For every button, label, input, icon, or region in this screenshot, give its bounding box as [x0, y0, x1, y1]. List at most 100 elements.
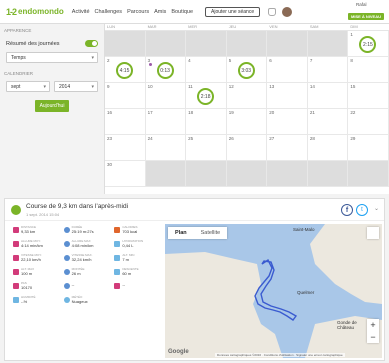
session-duration-badge[interactable]: 2:15	[359, 36, 377, 53]
calendar-day[interactable]: 27	[267, 135, 308, 161]
stat-icon	[114, 241, 121, 247]
stat-icon	[114, 297, 121, 303]
calendar-day[interactable]: 18	[186, 109, 227, 135]
activity-title: Course de 9,3 km dans l'après-midi	[26, 203, 129, 210]
stat-icon	[63, 283, 70, 289]
calendar-day[interactable]	[186, 31, 227, 57]
calendar-day[interactable]	[226, 161, 268, 187]
calendar-day[interactable]: 20	[267, 109, 308, 135]
calendar-day[interactable]: 4	[186, 57, 227, 83]
calendar-day[interactable]	[307, 161, 349, 187]
stat-item: ALLURE MOY. 4:14 min/km	[13, 240, 64, 250]
calendar-day[interactable]: 16	[105, 109, 146, 135]
stat-text: ALLURE MAX 4:08 min/km	[71, 240, 94, 249]
fullscreen-icon[interactable]	[367, 227, 379, 239]
facebook-icon[interactable]: f	[341, 204, 353, 216]
nav-boutique[interactable]: Boutique	[171, 9, 193, 15]
add-session-button[interactable]: Ajouter une séance	[205, 6, 261, 17]
tab-satellite[interactable]: Satellite	[194, 227, 228, 239]
route-map[interactable]: Plan Satellite Saint-Malo Quelmer Gonde …	[165, 224, 382, 358]
calendar-day[interactable]: 5 3:03	[226, 57, 268, 83]
calendar-day[interactable]: 1 2:15	[348, 31, 389, 57]
calendar-day[interactable]	[145, 161, 187, 187]
nav-activite[interactable]: Activité	[72, 9, 90, 15]
calendar-day[interactable]: 11 2:18	[186, 83, 227, 109]
calendar-day[interactable]: 21	[307, 109, 349, 135]
stat-value: 9,33 km	[21, 229, 36, 234]
day-number: 23	[107, 136, 113, 141]
nav-amis[interactable]: Amis	[154, 9, 166, 15]
calendar-day[interactable]	[145, 31, 187, 57]
calendar-day[interactable]: 25	[186, 135, 227, 161]
notifications-icon[interactable]	[268, 7, 277, 16]
logo-mark: 1-2	[6, 6, 17, 17]
year-select[interactable]: 2014 ▾	[54, 81, 98, 92]
twitter-icon[interactable]: t	[356, 204, 368, 216]
view-select[interactable]: Temps ▾	[6, 52, 98, 63]
map-attribution[interactable]: Données cartographiques ©2016 · Conditio…	[215, 353, 345, 357]
calendar-day[interactable]: 26	[226, 135, 268, 161]
stat-text: MÉTÉO Nuageux	[72, 296, 88, 305]
summary-toggle[interactable]	[85, 40, 98, 47]
calendar-day[interactable]	[105, 31, 146, 57]
month-select[interactable]: sept ▾	[6, 81, 50, 92]
calendar-day[interactable]: 23	[105, 135, 146, 161]
calendar-day[interactable]: 28	[307, 135, 349, 161]
day-number: 11	[188, 84, 193, 89]
calendar-day[interactable]: 6	[267, 57, 308, 83]
chevron-down-icon[interactable]: ⌄	[374, 205, 379, 212]
session-duration-badge[interactable]: 3:03	[237, 62, 255, 79]
stat-item: --	[63, 282, 115, 292]
user-name[interactable]: Rafal	[356, 2, 367, 7]
calendar-day[interactable]	[226, 31, 268, 57]
stat-value: 7 m	[122, 257, 129, 262]
calendar-day[interactable]: 10	[145, 83, 187, 109]
stat-item: ALT. MAX 100 m	[13, 268, 64, 278]
day-number: 4	[188, 58, 191, 63]
stat-item: DISTANCE 9,33 km	[13, 226, 64, 236]
calendar-day[interactable]	[348, 161, 389, 187]
calendar-day[interactable]: 12	[226, 83, 268, 109]
calendar-day[interactable]: 29	[348, 135, 389, 161]
stat-item: CALORIES 703 kcal	[114, 226, 165, 236]
logo-text: endomondo	[18, 7, 64, 16]
calendar-day[interactable]	[267, 31, 308, 57]
calendar-day[interactable]: 13	[267, 83, 308, 109]
calendar-day[interactable]: 22	[348, 109, 389, 135]
tab-plan[interactable]: Plan	[168, 227, 194, 239]
calendar-day[interactable]	[307, 31, 349, 57]
calendar-day[interactable]: 8	[348, 57, 389, 83]
calendar-day[interactable]: 30	[105, 161, 146, 187]
nav-parcours[interactable]: Parcours	[127, 9, 149, 15]
summary-row: Résumé des journées	[6, 40, 98, 47]
calendar-day[interactable]	[267, 161, 308, 187]
logo[interactable]: 1-2 endomondo	[6, 7, 64, 17]
day-number: 6	[269, 58, 272, 63]
calendar-day[interactable]: 9	[105, 83, 146, 109]
zoom-in-button[interactable]: +	[367, 319, 379, 331]
zoom-out-button[interactable]: −	[367, 331, 379, 343]
stat-text: HUMIDITÉ --%	[21, 296, 36, 305]
calendar-day[interactable]: 17	[145, 109, 187, 135]
nav-challenges[interactable]: Challenges	[95, 9, 123, 15]
calendar-day[interactable]: 3 0:13	[145, 57, 187, 83]
map-type-tabs: Plan Satellite	[168, 227, 228, 239]
avatar[interactable]	[282, 6, 293, 17]
session-duration-badge[interactable]: 2:18	[197, 88, 215, 105]
stat-text: MONTÉE 26 m	[72, 268, 85, 277]
calendar-day[interactable]: 24	[145, 135, 187, 161]
day-number: 30	[107, 162, 113, 167]
session-duration-badge[interactable]: 4:15	[116, 62, 133, 79]
calendar-day[interactable]: 7	[307, 57, 349, 83]
calendar-day[interactable]: 2 4:15	[105, 57, 146, 83]
day-number: 18	[188, 110, 194, 115]
stat-value: 4:08 min/km	[71, 243, 94, 248]
today-button[interactable]: Aujourd'hui	[35, 100, 69, 112]
calendar-day[interactable]: 19	[226, 109, 268, 135]
calendar-day[interactable]: 14	[307, 83, 349, 109]
calendar-day[interactable]: 15	[348, 83, 389, 109]
session-duration-badge[interactable]: 0:13	[156, 62, 174, 79]
calendar-day[interactable]	[186, 161, 227, 187]
upgrade-button[interactable]: MISE À NIVEAU	[348, 13, 385, 20]
stat-text: DESCENTE 60 m	[122, 268, 138, 277]
